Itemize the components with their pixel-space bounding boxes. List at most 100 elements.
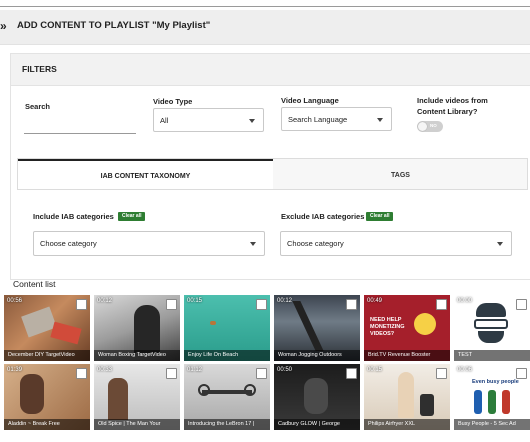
video-duration: 00:56: [7, 298, 23, 304]
video-card[interactable]: 00:50 Cadbury GLOW | George: [274, 364, 360, 430]
toggle-state-text: NO: [430, 123, 437, 128]
include-iab-label: Include IAB categories: [33, 212, 114, 221]
video-title: Woman Boxing TargetVideo: [94, 350, 180, 361]
thumbnail-art: [210, 321, 216, 325]
video-select-checkbox[interactable]: [346, 299, 357, 310]
video-card[interactable]: 00:15 Philips Airfryer XXL: [364, 364, 450, 430]
video-card[interactable]: 00:00 TEST: [454, 295, 530, 361]
chevron-down-icon: [497, 242, 503, 246]
video-overlay-text: NEED HELP MONETIZING VIDEOS?: [370, 317, 405, 337]
video-duration: 01:39: [7, 367, 23, 373]
video-duration: 00:15: [367, 367, 383, 373]
thumbnail-art: [476, 303, 506, 317]
exclude-category-placeholder: Choose category: [287, 239, 344, 248]
video-card[interactable]: Even busy people 00:06 Busy People - 5 S…: [454, 364, 530, 430]
video-type-select[interactable]: All: [153, 108, 264, 132]
video-title: Aladdin ~ Break Free: [4, 419, 90, 430]
dialog-header: » ADD CONTENT TO PLAYLIST "My Playlist": [0, 10, 530, 45]
chevron-down-icon: [377, 118, 383, 122]
video-duration: 00:15: [187, 298, 203, 304]
video-language-label: Video Language: [281, 96, 339, 105]
thumbnail-art: [304, 378, 328, 414]
video-select-checkbox[interactable]: [76, 368, 87, 379]
content-library-toggle[interactable]: NO: [417, 121, 443, 132]
video-card[interactable]: 00:33 Old Spice | The Man Your: [94, 364, 180, 430]
video-select-checkbox[interactable]: [256, 368, 267, 379]
thumbnail-art: [244, 384, 256, 396]
thumbnail-art: [108, 378, 128, 420]
thumbnail-art: [478, 331, 504, 343]
video-language-value: Search Language: [288, 115, 348, 124]
video-select-checkbox[interactable]: [166, 299, 177, 310]
video-card[interactable]: 01:39 Aladdin ~ Break Free: [4, 364, 90, 430]
taxonomy-tabs: IAB CONTENT TAXONOMY TAGS: [17, 158, 528, 190]
video-select-checkbox[interactable]: [436, 368, 447, 379]
video-card[interactable]: NEED HELP MONETIZING VIDEOS? 00:49 Brid.…: [364, 295, 450, 361]
exclude-iab-label: Exclude IAB categories: [281, 212, 365, 221]
glasses-icon: [474, 319, 508, 329]
include-clear-all-button[interactable]: Clear all: [118, 212, 146, 221]
thumbnail-art: [134, 305, 160, 353]
include-category-select[interactable]: Choose category: [33, 231, 265, 256]
video-title: Busy People - 5 Sec Ad: [454, 419, 530, 430]
thumbnail-art: [420, 394, 434, 416]
exclude-clear-all-button[interactable]: Clear all: [366, 212, 394, 221]
thumbnail-art: [398, 372, 414, 418]
video-card[interactable]: 00:12 Woman Boxing TargetVideo: [94, 295, 180, 361]
toggle-knob: [418, 122, 427, 131]
video-duration: 00:12: [97, 298, 113, 304]
video-title: December DIY TargetVideo: [4, 350, 90, 361]
video-title: Philips Airfryer XXL: [364, 419, 450, 430]
thumbnail-art: [488, 390, 496, 414]
filters-header: FILTERS: [11, 54, 530, 86]
video-duration: 00:00: [457, 298, 473, 304]
video-select-checkbox[interactable]: [516, 299, 527, 310]
video-duration: 00:06: [457, 367, 473, 373]
chevron-down-icon: [249, 119, 255, 123]
chevron-down-icon: [250, 242, 256, 246]
thumbnail-art: [50, 321, 82, 345]
video-card[interactable]: 00:56 December DIY TargetVideo: [4, 295, 90, 361]
video-duration: 00:33: [97, 367, 113, 373]
tab-tags[interactable]: TAGS: [274, 159, 527, 189]
video-select-checkbox[interactable]: [76, 299, 87, 310]
video-type-value: All: [160, 116, 169, 125]
video-language-select[interactable]: Search Language: [281, 107, 392, 131]
library-label-line2: Content Library?: [417, 107, 478, 116]
video-title: TEST: [454, 350, 530, 361]
filters-title: FILTERS: [22, 64, 57, 74]
top-divider: [0, 6, 530, 7]
video-title: Woman Jogging Outdoors: [274, 350, 360, 361]
video-select-checkbox[interactable]: [346, 368, 357, 379]
thumbnail-art: [198, 384, 210, 396]
search-input[interactable]: [24, 117, 136, 134]
video-overlay-text: Even busy people: [472, 379, 519, 385]
video-duration: 01:12: [187, 367, 203, 373]
content-list-label: Content list: [13, 279, 56, 289]
video-title: Introducing the LeBron 17 |: [184, 419, 270, 430]
video-title: Old Spice | The Man Your: [94, 419, 180, 430]
video-card[interactable]: 01:12 Introducing the LeBron 17 |: [184, 364, 270, 430]
video-select-checkbox[interactable]: [436, 299, 447, 310]
thumbnail-art: [502, 390, 510, 414]
tab-iab-content-taxonomy[interactable]: IAB CONTENT TAXONOMY: [18, 159, 273, 189]
search-label: Search: [25, 102, 51, 111]
dialog-title: ADD CONTENT TO PLAYLIST "My Playlist": [17, 20, 211, 31]
video-card[interactable]: 00:15 Enjoy Life On Beach: [184, 295, 270, 361]
video-duration: 00:49: [367, 298, 383, 304]
video-title: Brid.TV Revenue Booster: [364, 350, 450, 361]
video-card[interactable]: 00:12 Woman Jogging Outdoors: [274, 295, 360, 361]
video-select-checkbox[interactable]: [256, 299, 267, 310]
library-label-line1: Include videos from: [417, 96, 488, 105]
exclude-category-select[interactable]: Choose category: [280, 231, 512, 256]
video-duration: 00:50: [277, 367, 293, 373]
include-category-placeholder: Choose category: [40, 239, 97, 248]
thumbnail-art: [292, 301, 324, 351]
video-title: Cadbury GLOW | George: [274, 419, 360, 430]
video-select-checkbox[interactable]: [516, 368, 527, 379]
video-select-checkbox[interactable]: [166, 368, 177, 379]
thumbnail-art: [474, 390, 482, 414]
thumbnail-art: [414, 313, 436, 335]
collapse-chevron-icon[interactable]: »: [0, 19, 7, 33]
video-duration: 00:12: [277, 298, 293, 304]
